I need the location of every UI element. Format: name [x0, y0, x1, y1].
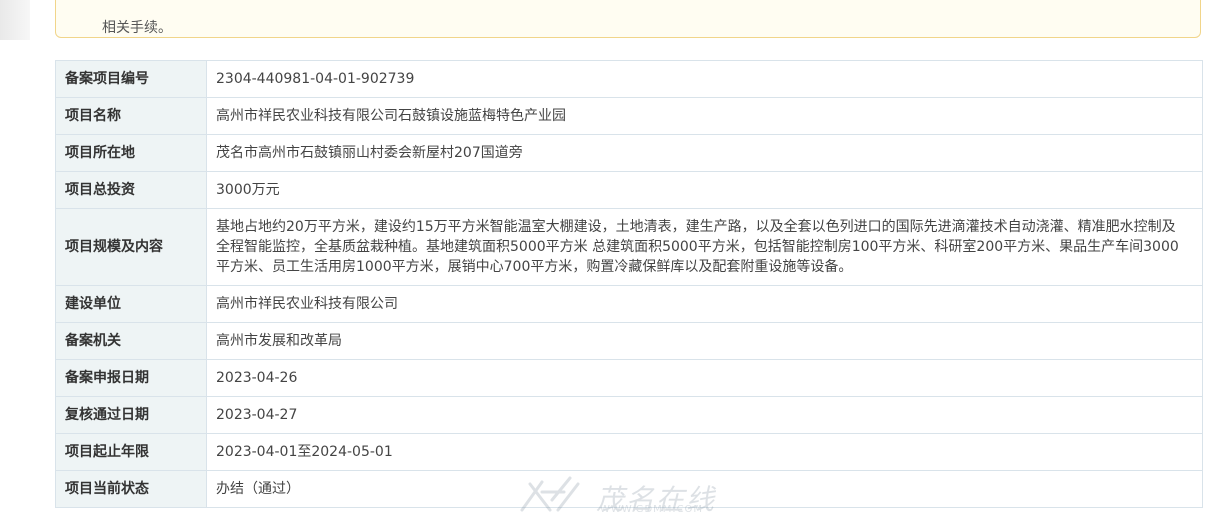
row-value: 高州市祥民农业科技有限公司石鼓镇设施蓝梅特色产业园 — [206, 97, 1203, 135]
row-value: 基地占地约20万平方米，建设约15万平方米智能温室大棚建设，土地清表，建生产路，… — [206, 208, 1203, 286]
table-row: 项目当前状态 办结（通过） — [55, 470, 1203, 508]
notice-line-clipped — [92, 0, 1092, 8]
left-edge-shade — [0, 0, 30, 40]
row-label: 复核通过日期 — [55, 396, 207, 434]
row-label: 备案项目编号 — [55, 60, 207, 98]
row-value: 茂名市高州市石鼓镇丽山村委会新屋村207国道旁 — [206, 134, 1203, 172]
table-row: 项目所在地 茂名市高州市石鼓镇丽山村委会新屋村207国道旁 — [55, 134, 1203, 172]
row-label: 备案机关 — [55, 322, 207, 360]
table-row: 备案申报日期 2023-04-26 — [55, 359, 1203, 397]
row-label: 项目所在地 — [55, 134, 207, 172]
table-row: 项目起止年限 2023-04-01至2024-05-01 — [55, 433, 1203, 471]
row-value: 2304-440981-04-01-902739 — [206, 60, 1203, 98]
table-row: 备案项目编号 2304-440981-04-01-902739 — [55, 60, 1203, 98]
table-row: 备案机关 高州市发展和改革局 — [55, 322, 1203, 360]
row-value: 3000万元 — [206, 171, 1203, 209]
row-label: 项目名称 — [55, 97, 207, 135]
row-value: 2023-04-27 — [206, 396, 1203, 434]
row-value: 高州市发展和改革局 — [206, 322, 1203, 360]
row-value: 2023-04-26 — [206, 359, 1203, 397]
row-label: 项目规模及内容 — [55, 208, 207, 286]
table-row: 项目总投资 3000万元 — [55, 171, 1203, 209]
row-label: 建设单位 — [55, 285, 207, 323]
row-value: 高州市祥民农业科技有限公司 — [206, 285, 1203, 323]
table-row: 项目规模及内容 基地占地约20万平方米，建设约15万平方米智能温室大棚建设，土地… — [55, 208, 1203, 286]
row-label: 项目总投资 — [55, 171, 207, 209]
table-row: 复核通过日期 2023-04-27 — [55, 396, 1203, 434]
table-row: 建设单位 高州市祥民农业科技有限公司 — [55, 285, 1203, 323]
row-label: 备案申报日期 — [55, 359, 207, 397]
row-label: 项目起止年限 — [55, 433, 207, 471]
row-label: 项目当前状态 — [55, 470, 207, 508]
row-value: 2023-04-01至2024-05-01 — [206, 433, 1203, 471]
notice-text: 相关手续。 — [102, 20, 172, 36]
row-value: 办结（通过） — [206, 470, 1203, 508]
record-table: 备案项目编号 2304-440981-04-01-902739 项目名称 高州市… — [55, 60, 1203, 508]
table-row: 项目名称 高州市祥民农业科技有限公司石鼓镇设施蓝梅特色产业园 — [55, 97, 1203, 135]
